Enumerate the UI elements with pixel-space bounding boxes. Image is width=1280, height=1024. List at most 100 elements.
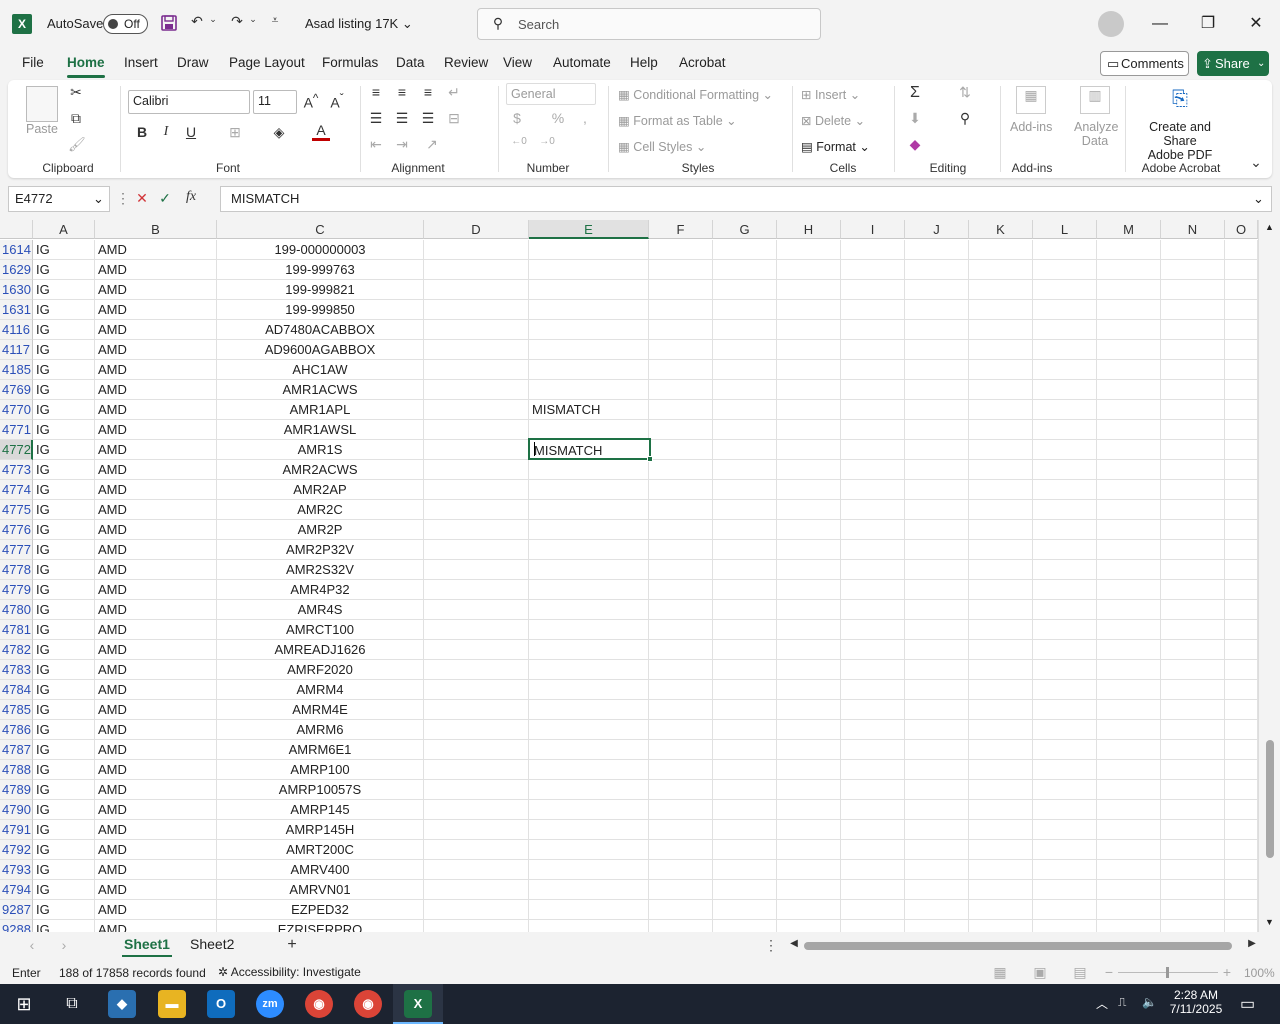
cell-l[interactable] bbox=[1033, 760, 1097, 780]
cell-k[interactable] bbox=[969, 560, 1033, 580]
cell-f[interactable] bbox=[649, 840, 713, 860]
cell-c[interactable]: AMR1APL bbox=[217, 400, 424, 420]
cell-e[interactable] bbox=[529, 780, 649, 800]
row-header[interactable]: 4782 bbox=[0, 640, 33, 660]
cell-j[interactable] bbox=[905, 720, 969, 740]
cell-d[interactable] bbox=[424, 640, 529, 660]
cell-d[interactable] bbox=[424, 300, 529, 320]
row-header[interactable]: 4771 bbox=[0, 420, 33, 440]
cell-b[interactable]: AMD bbox=[95, 420, 217, 440]
cell-i[interactable] bbox=[841, 620, 905, 640]
cell-j[interactable] bbox=[905, 520, 969, 540]
cell-j[interactable] bbox=[905, 360, 969, 380]
cell-b[interactable]: AMD bbox=[95, 320, 217, 340]
format-as-table-button[interactable]: ▦ Format as Table ⌄ bbox=[618, 113, 737, 128]
cell-b[interactable]: AMD bbox=[95, 460, 217, 480]
cell-e[interactable] bbox=[529, 480, 649, 500]
row-header[interactable]: 4772 bbox=[0, 440, 33, 460]
cell-h[interactable] bbox=[777, 240, 841, 260]
cell-k[interactable] bbox=[969, 600, 1033, 620]
cell-i[interactable] bbox=[841, 260, 905, 280]
cell-m[interactable] bbox=[1097, 600, 1161, 620]
cell-i[interactable] bbox=[841, 280, 905, 300]
normal-view-icon[interactable]: ▦ bbox=[992, 964, 1008, 981]
cell-f[interactable] bbox=[649, 880, 713, 900]
cell-n[interactable] bbox=[1161, 500, 1225, 520]
cell-a[interactable]: IG bbox=[33, 900, 95, 920]
cell-l[interactable] bbox=[1033, 560, 1097, 580]
cell-m[interactable] bbox=[1097, 460, 1161, 480]
row-header[interactable]: 4790 bbox=[0, 800, 33, 820]
sheet-tab-sheet1[interactable]: Sheet1 bbox=[122, 936, 172, 957]
cell-a[interactable]: IG bbox=[33, 740, 95, 760]
font-size-select[interactable]: 11 bbox=[253, 90, 297, 114]
row-header[interactable]: 1631 bbox=[0, 300, 33, 320]
cell-c[interactable]: AMRM4 bbox=[217, 680, 424, 700]
cell-m[interactable] bbox=[1097, 840, 1161, 860]
cell-d[interactable] bbox=[424, 780, 529, 800]
copy-icon[interactable]: ⧉ bbox=[68, 110, 84, 127]
create-pdf-icon[interactable]: ⎘ bbox=[1168, 88, 1192, 114]
cell-c[interactable]: AMRP145 bbox=[217, 800, 424, 820]
cell-g[interactable] bbox=[713, 620, 777, 640]
close-icon[interactable]: ✕ bbox=[1241, 10, 1271, 38]
paste-icon[interactable] bbox=[26, 86, 58, 122]
cell-n[interactable] bbox=[1161, 260, 1225, 280]
cell-a[interactable]: IG bbox=[33, 700, 95, 720]
cell-o[interactable] bbox=[1225, 420, 1258, 440]
cell-e[interactable] bbox=[529, 740, 649, 760]
cell-h[interactable] bbox=[777, 620, 841, 640]
cell-e[interactable] bbox=[529, 460, 649, 480]
cell-b[interactable]: AMD bbox=[95, 560, 217, 580]
cell-o[interactable] bbox=[1225, 580, 1258, 600]
cell-j[interactable] bbox=[905, 700, 969, 720]
cell-o[interactable] bbox=[1225, 260, 1258, 280]
cell-k[interactable] bbox=[969, 380, 1033, 400]
row-header[interactable]: 4777 bbox=[0, 540, 33, 560]
cell-g[interactable] bbox=[713, 680, 777, 700]
cell-e[interactable] bbox=[529, 620, 649, 640]
cell-i[interactable] bbox=[841, 300, 905, 320]
cell-b[interactable]: AMD bbox=[95, 340, 217, 360]
cell-m[interactable] bbox=[1097, 380, 1161, 400]
cell-f[interactable] bbox=[649, 260, 713, 280]
cell-h[interactable] bbox=[777, 520, 841, 540]
cell-j[interactable] bbox=[905, 240, 969, 260]
cell-g[interactable] bbox=[713, 540, 777, 560]
cell-l[interactable] bbox=[1033, 660, 1097, 680]
cell-d[interactable] bbox=[424, 920, 529, 932]
cell-e[interactable] bbox=[529, 760, 649, 780]
autosum-icon[interactable]: Σ bbox=[906, 84, 924, 102]
undo-icon[interactable]: ↶ bbox=[188, 13, 206, 30]
cell-e[interactable] bbox=[529, 880, 649, 900]
row-header[interactable]: 4774 bbox=[0, 480, 33, 500]
minimize-icon[interactable]: — bbox=[1145, 10, 1175, 38]
cell-e[interactable] bbox=[529, 860, 649, 880]
row-header[interactable]: 4783 bbox=[0, 660, 33, 680]
cell-a[interactable]: IG bbox=[33, 240, 95, 260]
wrap-text-icon[interactable]: ↵ bbox=[446, 84, 462, 101]
cell-l[interactable] bbox=[1033, 640, 1097, 660]
cell-b[interactable]: AMD bbox=[95, 440, 217, 460]
cell-j[interactable] bbox=[905, 860, 969, 880]
cell-f[interactable] bbox=[649, 400, 713, 420]
column-header-k[interactable]: K bbox=[969, 220, 1033, 239]
cell-g[interactable] bbox=[713, 700, 777, 720]
cell-k[interactable] bbox=[969, 240, 1033, 260]
cell-j[interactable] bbox=[905, 640, 969, 660]
tab-draw[interactable]: Draw bbox=[177, 55, 209, 70]
cell-n[interactable] bbox=[1161, 380, 1225, 400]
cell-b[interactable]: AMD bbox=[95, 740, 217, 760]
cell-h[interactable] bbox=[777, 900, 841, 920]
cell-f[interactable] bbox=[649, 300, 713, 320]
cell-l[interactable] bbox=[1033, 380, 1097, 400]
cell-g[interactable] bbox=[713, 440, 777, 460]
cell-j[interactable] bbox=[905, 600, 969, 620]
undo-dropdown-icon[interactable]: ⌄ bbox=[208, 14, 218, 25]
cell-a[interactable]: IG bbox=[33, 660, 95, 680]
cell-g[interactable] bbox=[713, 400, 777, 420]
autosave-toggle[interactable]: Off bbox=[103, 14, 148, 34]
cell-m[interactable] bbox=[1097, 700, 1161, 720]
cell-j[interactable] bbox=[905, 620, 969, 640]
cell-h[interactable] bbox=[777, 300, 841, 320]
